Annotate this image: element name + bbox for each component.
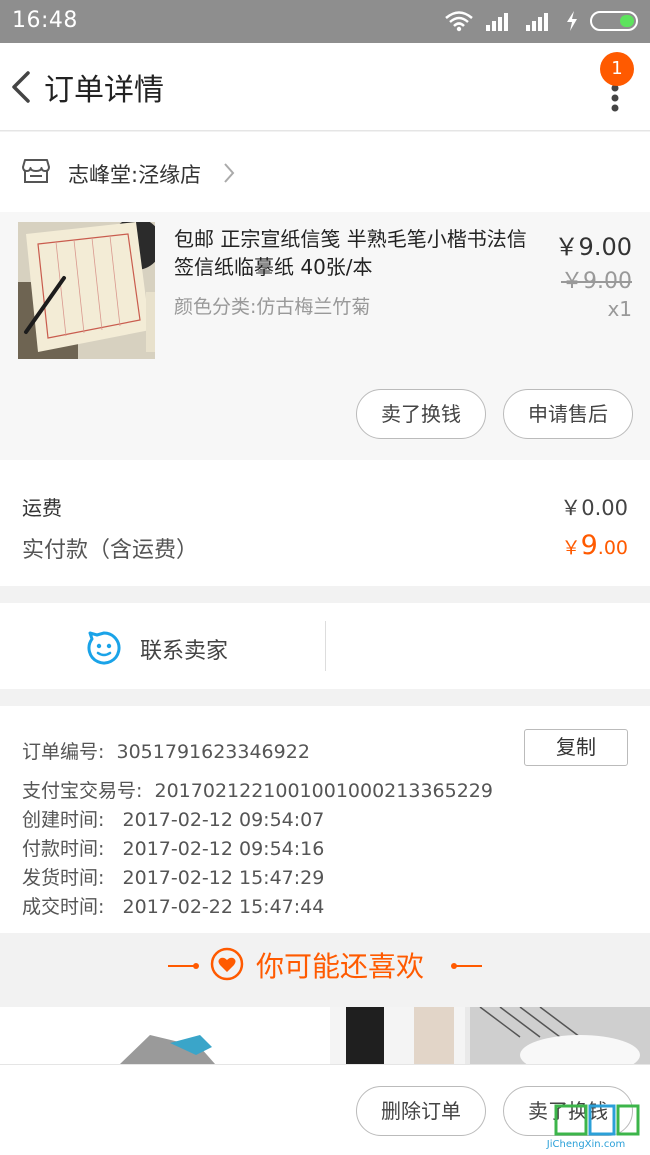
created-time: 2017-02-12 09:54:07 — [122, 809, 325, 831]
paid-time-row: 付款时间: 2017-02-12 09:54:16 — [22, 834, 324, 861]
closed-time: 2017-02-22 15:47:44 — [122, 896, 325, 918]
product-thumbnail[interactable] — [18, 222, 155, 359]
paid-currency: ￥ — [561, 537, 581, 559]
contact-seller-button[interactable]: 联系卖家 — [0, 603, 325, 689]
copy-order-number-button[interactable]: 复制 — [524, 729, 628, 766]
closed-time-label: 成交时间: — [22, 896, 105, 918]
sell-for-cash-button[interactable]: 卖了换钱 — [356, 389, 486, 439]
product-price: ￥9.00 — [554, 233, 632, 261]
signal-icon — [486, 13, 508, 31]
recommend-product-1-image — [120, 1035, 215, 1064]
product-quantity: x1 — [607, 297, 632, 321]
nav-bar: 订单详情 1 — [0, 43, 650, 131]
shipping-label: 运费 — [22, 496, 62, 520]
product-title[interactable]: 包邮 正宗宣纸信笺 半熟毛笔小楷书法信签信纸临摹纸 40张/本 — [174, 225, 544, 281]
created-time-label: 创建时间: — [22, 809, 105, 831]
wifi-icon — [445, 11, 473, 32]
recommend-title: 你可能还喜欢 — [256, 950, 425, 983]
recommend-product-2[interactable] — [330, 1007, 650, 1064]
order-item-card[interactable]: 包邮 正宗宣纸信笺 半熟毛笔小楷书法信签信纸临摹纸 40张/本 颜色分类:仿古梅… — [0, 212, 650, 460]
alipay-number: 2017021221001001000213365229 — [154, 780, 493, 802]
paid-time: 2017-02-12 09:54:16 — [122, 838, 325, 860]
paid-label: 实付款（含运费） — [22, 538, 199, 563]
paid-time-label: 付款时间: — [22, 838, 105, 860]
alipay-number-row: 支付宝交易号: 2017021221001001000213365229 — [22, 776, 493, 803]
watermark-logo: JiChengXin.com — [546, 1104, 640, 1150]
paid-integer: 9 — [580, 530, 598, 561]
shipping-value: ￥0.00 — [560, 496, 628, 520]
shop-name[interactable]: 志峰堂:泾缘店 — [68, 159, 201, 189]
status-icons — [444, 10, 638, 32]
product-image — [18, 222, 155, 359]
fee-summary: 运费 ￥0.00 实付款（含运费） ￥9.00 — [0, 460, 650, 586]
order-info: 订单编号: 3051791623346922 复制 支付宝交易号: 201702… — [0, 706, 650, 933]
product-original-price: ￥9.00 — [561, 269, 632, 294]
order-number-row: 订单编号: 3051791623346922 — [22, 737, 310, 764]
after-sales-button[interactable]: 申请售后 — [503, 389, 633, 439]
recommend-product-2-image — [330, 1007, 650, 1064]
created-time-row: 创建时间: 2017-02-12 09:54:07 — [22, 805, 324, 832]
shipped-time: 2017-02-12 15:47:29 — [122, 867, 325, 889]
recommend-header: 你可能还喜欢 — [0, 933, 650, 997]
paid-decimal: .00 — [597, 537, 628, 559]
product-spec: 颜色分类:仿古梅兰竹菊 — [174, 296, 371, 318]
order-number-label: 订单编号: — [22, 741, 105, 763]
back-arrow-icon[interactable] — [8, 65, 36, 109]
closed-time-row: 成交时间: 2017-02-22 15:47:44 — [22, 892, 324, 919]
delete-order-button[interactable]: 删除订单 — [356, 1086, 486, 1136]
shop-row[interactable]: 志峰堂:泾缘店 — [0, 132, 650, 212]
chat-face-icon — [87, 631, 121, 665]
alipay-number-label: 支付宝交易号: — [22, 780, 143, 802]
status-bar: 16:48 — [0, 0, 650, 43]
battery-icon — [590, 11, 638, 31]
contact-bar: 联系卖家 — [0, 603, 650, 689]
recommend-grid — [0, 1007, 650, 1064]
shipped-time-row: 发货时间: 2017-02-12 15:47:29 — [22, 863, 324, 890]
chevron-right-icon — [224, 163, 235, 183]
divider — [325, 621, 326, 671]
page-title: 订单详情 — [44, 73, 164, 108]
order-number: 3051791623346922 — [116, 741, 310, 763]
signal-icon-2 — [526, 13, 548, 31]
status-time: 16:48 — [12, 8, 78, 33]
contact-seller-label: 联系卖家 — [140, 639, 229, 664]
heart-icon — [210, 947, 244, 981]
notification-badge[interactable]: 1 — [600, 52, 634, 86]
shipped-time-label: 发货时间: — [22, 867, 105, 889]
right-ornament-icon — [451, 963, 482, 969]
recommend-product-1[interactable] — [0, 1007, 320, 1064]
watermark-text: JiChengXin.com — [546, 1139, 625, 1150]
store-icon — [22, 159, 50, 183]
left-ornament-icon — [168, 963, 199, 969]
charging-icon — [567, 11, 577, 31]
paid-amount: ￥9.00 — [562, 530, 628, 561]
